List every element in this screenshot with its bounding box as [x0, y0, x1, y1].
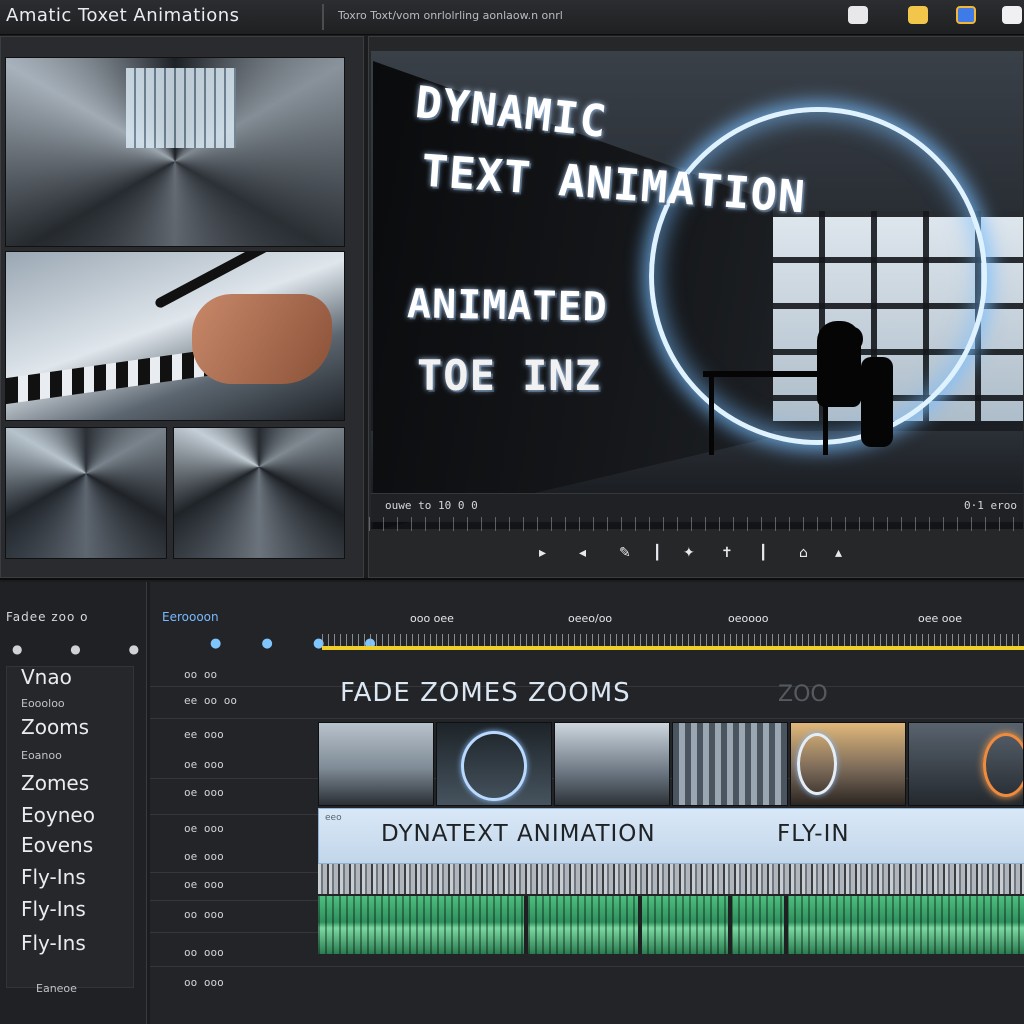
desk-leg [709, 375, 714, 455]
title-clip[interactable]: eeo DYNATEXT ANIMATION FLY-IN [318, 808, 1024, 864]
mark-icon[interactable]: ✎ [619, 545, 631, 561]
video-clip[interactable] [908, 722, 1024, 806]
effect-item[interactable]: Fly-Ins [21, 897, 86, 921]
up-icon[interactable]: ┃ [653, 545, 661, 561]
timeline-title: Eeroooon [162, 610, 219, 624]
effect-item[interactable]: Eoanoo [21, 749, 62, 762]
media-thumbnail-hand-pen[interactable] [5, 251, 345, 421]
media-thumbnail-hall-1[interactable] [5, 427, 167, 559]
hand-graphic [192, 294, 332, 384]
track-header[interactable]: oe ooo [184, 850, 304, 872]
effect-item[interactable]: Eoyneo [21, 803, 95, 827]
effect-item[interactable]: Fly-Ins [21, 865, 86, 889]
effects-list: Vnao Eoooloo Zooms Eoanoo Zomes Eoyneo E… [6, 665, 134, 988]
track-header[interactable]: oo ooo [184, 946, 304, 968]
preview-screen[interactable]: DYNAMIC TEXT ANIMATION ANIMATED TOE INZ [371, 51, 1023, 529]
headline-line-5: TOE INZ [417, 351, 602, 400]
effect-item[interactable]: Vnao [21, 665, 72, 689]
video-clip[interactable] [790, 722, 906, 806]
effects-track-label[interactable]: FADE ZOMES ZOOMS [340, 678, 631, 708]
app-title: Amatic Toxet Animations [6, 5, 240, 26]
playhead-range[interactable] [322, 646, 1024, 650]
timeline-ruler[interactable] [322, 634, 1024, 646]
track-divider [150, 966, 1024, 967]
audio-clip-gap [524, 896, 528, 954]
headline-line-4: ANIMATED [406, 281, 609, 331]
video-clip[interactable] [554, 722, 670, 806]
effects-panel: Fadee zoo o ● ● ● ● Vnao Eoooloo Zooms E… [0, 582, 197, 1024]
layers-icon[interactable] [956, 6, 976, 24]
video-clip[interactable] [436, 722, 552, 806]
effect-item[interactable]: Eoooloo [21, 697, 65, 710]
timeline-marker[interactable]: oeoooo [728, 612, 768, 625]
title-clip-text: DYNATEXT ANIMATION [381, 821, 656, 847]
effect-item[interactable]: Eovens [21, 833, 93, 857]
track-header[interactable]: oe ooo [184, 786, 304, 808]
effects-track-ghost-label: ZOO [778, 682, 828, 707]
title-clip-tag: eeo [325, 813, 342, 823]
title-clip-text-2: FLY-IN [777, 821, 850, 847]
preview-ruler[interactable] [369, 517, 1021, 531]
window-button-4[interactable] [1002, 6, 1022, 24]
timeline-marker[interactable]: oee ooe [918, 612, 962, 625]
folder-icon[interactable] [908, 6, 928, 24]
split-icon[interactable]: ┃ [759, 545, 767, 561]
track-header[interactable]: oe ooo [184, 758, 304, 780]
track-header[interactable]: ee ooo [184, 728, 304, 750]
media-thumbnail-hall-2[interactable] [173, 427, 345, 559]
track-header[interactable]: oo ooo [184, 976, 304, 998]
ring-graphic [983, 733, 1023, 797]
media-thumbnail-corridor[interactable] [5, 57, 345, 247]
timeline-marker[interactable]: ooo oee [410, 612, 454, 625]
effect-item[interactable]: Fly-Ins [21, 931, 86, 955]
title-bar: Amatic Toxet Animations Toxro Toxt/vom o… [0, 0, 1024, 35]
window-button-1[interactable] [848, 6, 868, 24]
person-head-silhouette [843, 327, 863, 351]
effects-panel-footer: Eaneoe [36, 982, 77, 995]
audio-track-2[interactable] [318, 896, 1024, 954]
media-bin-panel [0, 36, 364, 578]
audio-track-1[interactable] [318, 864, 1024, 894]
track-divider [150, 718, 1024, 719]
duration-timecode: 0·1 eroo [964, 499, 1017, 512]
video-track [318, 722, 1024, 806]
up-icon[interactable]: ✝ [721, 545, 733, 561]
forward-icon[interactable]: ▴ [835, 545, 842, 561]
track-header[interactable]: oe ooo [184, 822, 304, 844]
add-icon[interactable]: ✦ [683, 545, 695, 561]
transport-controls: ▸ ◂ ✎ ┃ ✦ ✝ ┃ ⌂ ▴ [369, 537, 1021, 571]
video-clip[interactable] [318, 722, 434, 806]
track-header[interactable]: oe ooo [184, 878, 304, 900]
export-icon[interactable]: ⌂ [799, 545, 808, 561]
preview-panel: DYNAMIC TEXT ANIMATION ANIMATED TOE INZ … [368, 36, 1024, 578]
project-path: Toxro Toxt/vom onrlolrling aonlaow.n onr… [338, 9, 563, 22]
timeline-marker[interactable]: oeeo/oo [568, 612, 612, 625]
prev-icon[interactable]: ◂ [579, 545, 586, 561]
video-clip[interactable] [672, 722, 788, 806]
chair-silhouette [861, 357, 893, 447]
panel-divider[interactable] [0, 578, 1024, 580]
effect-item[interactable]: Zomes [21, 771, 89, 795]
track-header[interactable]: oo ooo [184, 908, 304, 930]
track-header[interactable]: ee oo oo [184, 694, 304, 716]
play-icon[interactable]: ▸ [539, 545, 546, 561]
timeline-panel: Eeroooon ooo oee oeeo/oo oeoooo oee ooe … [150, 582, 1024, 1024]
audio-clip-gap [784, 896, 788, 954]
effect-item[interactable]: Zooms [21, 715, 89, 739]
current-timecode: ouwe to 10 0 0 [385, 499, 478, 512]
audio-clip-gap [638, 896, 642, 954]
desk-silhouette [703, 371, 833, 377]
ring-graphic [461, 731, 527, 801]
ring-graphic [797, 733, 837, 795]
audio-clip-gap [728, 896, 732, 954]
title-separator [322, 4, 324, 30]
effects-panel-header: Fadee zoo o [6, 610, 89, 624]
